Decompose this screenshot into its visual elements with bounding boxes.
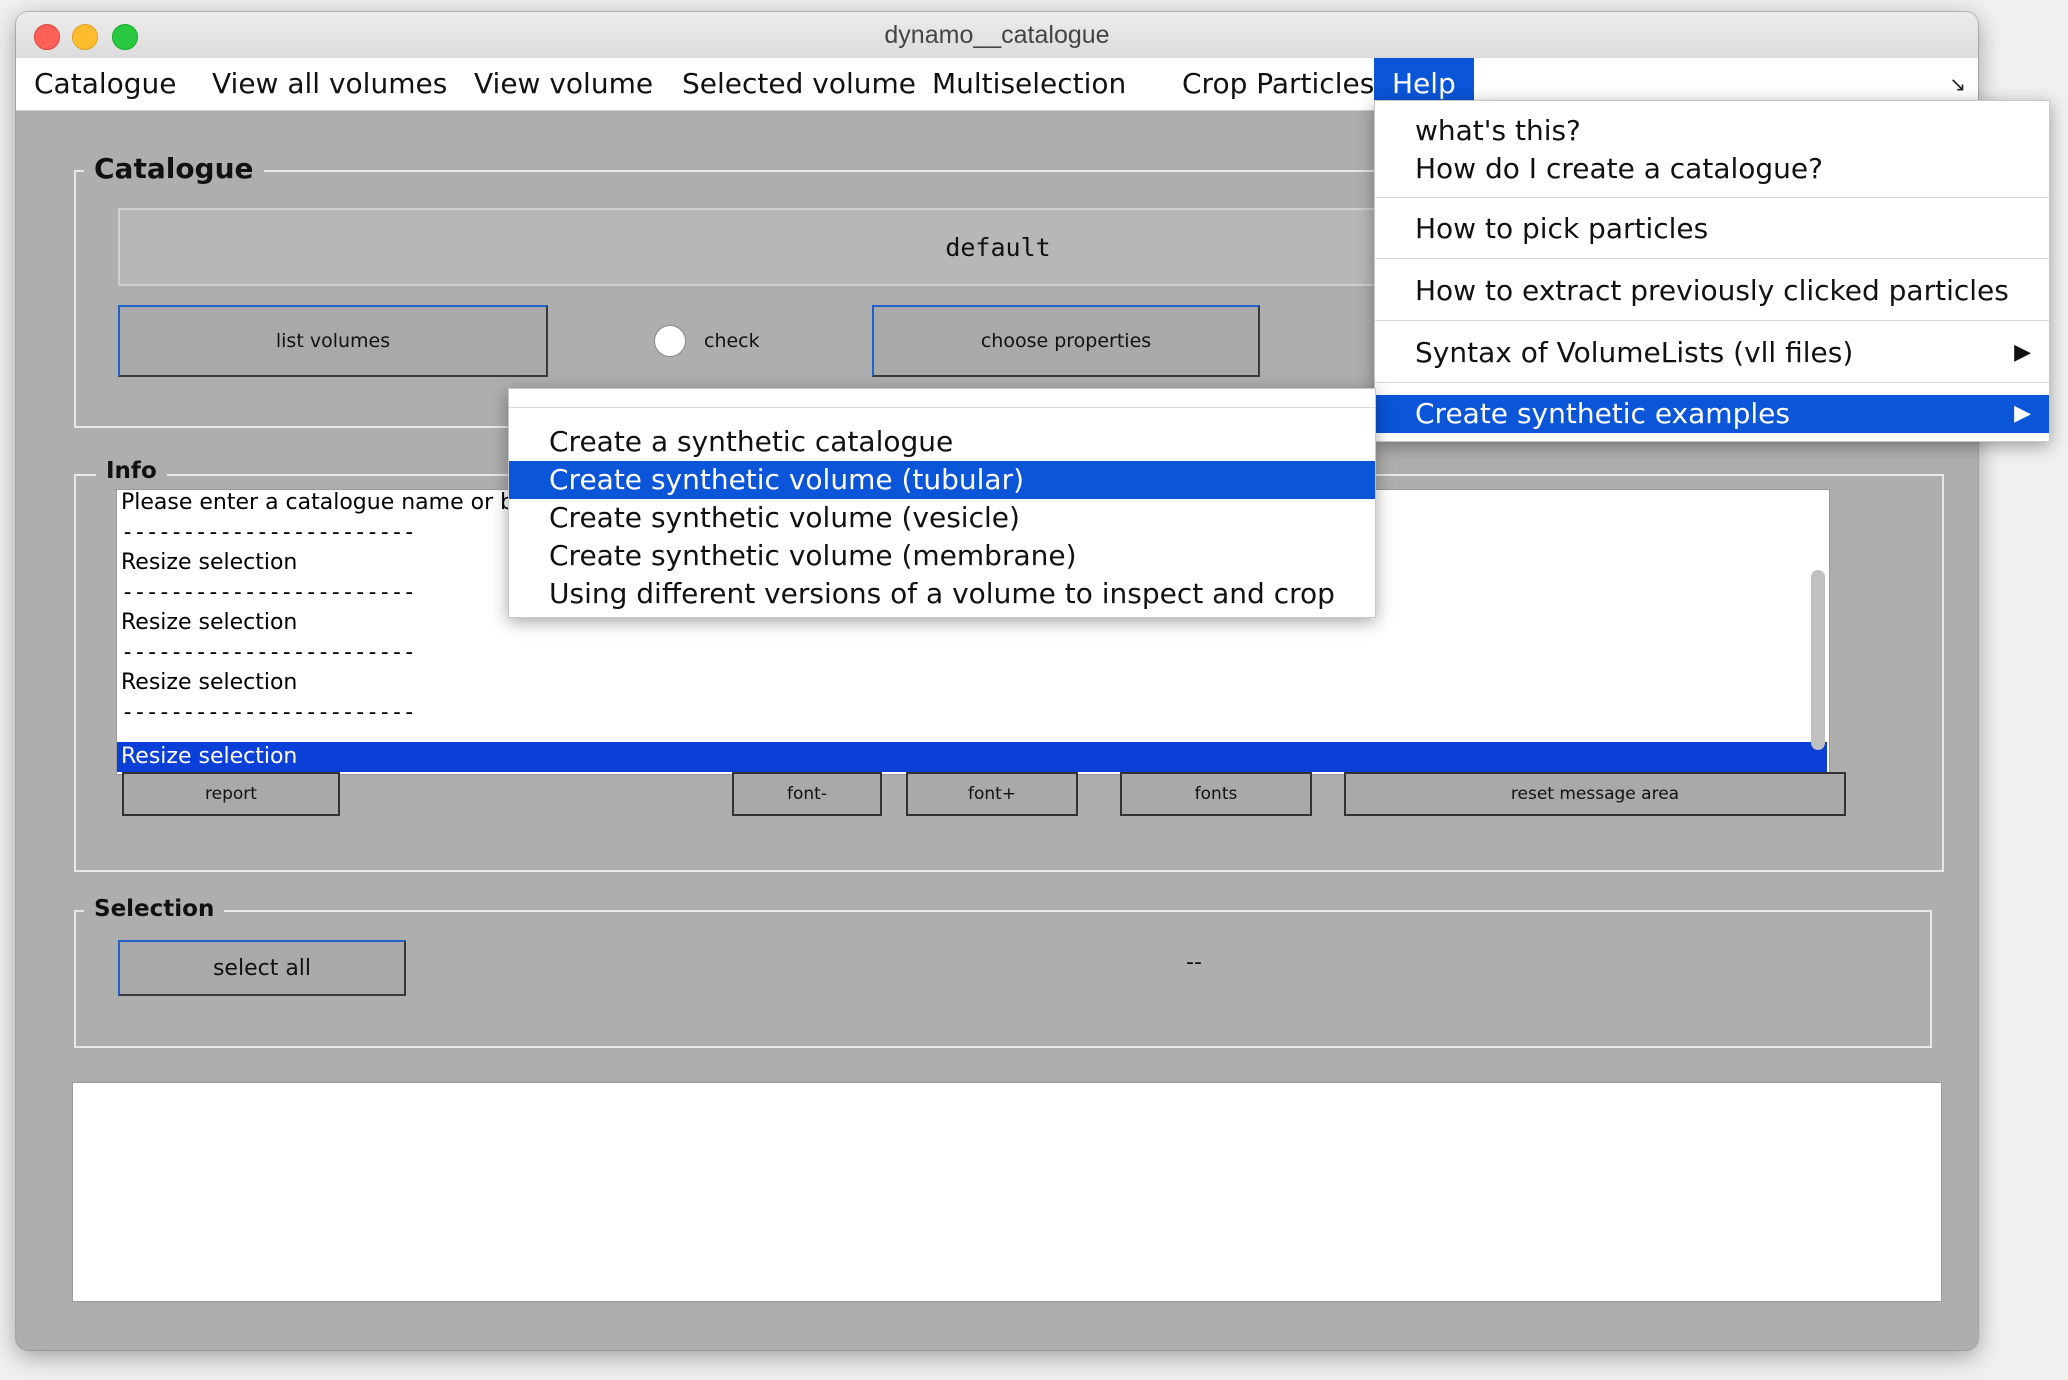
help-syntax-volumelists[interactable]: Syntax of VolumeLists (vll files) ▶ xyxy=(1375,331,2049,375)
bottom-output-area xyxy=(72,1082,1942,1302)
selection-status: -- xyxy=(1186,950,1202,975)
info-line: Resize selection xyxy=(121,550,298,575)
synthetic-volume-vesicle-item[interactable]: Create synthetic volume (vesicle) xyxy=(509,499,1375,537)
info-scrollbar[interactable] xyxy=(1811,570,1825,750)
menu-view-volume[interactable]: View volume xyxy=(456,58,671,110)
menu-separator xyxy=(1375,382,2049,383)
menu-multiselection[interactable]: Multiselection xyxy=(914,58,1144,110)
check-label: check xyxy=(704,330,760,352)
fonts-button[interactable]: fonts xyxy=(1120,772,1312,816)
window-title: dynamo__catalogue xyxy=(884,21,1110,49)
menu-separator xyxy=(509,407,1375,408)
help-extract-particles[interactable]: How to extract previously clicked partic… xyxy=(1375,269,2049,313)
info-line: Resize selection xyxy=(121,610,298,635)
info-panel-title: Info xyxy=(96,458,167,484)
choose-properties-button[interactable]: choose properties xyxy=(872,305,1260,377)
resize-corner-icon[interactable]: ↘ xyxy=(1949,72,1966,96)
help-create-synthetic-examples-label: Create synthetic examples xyxy=(1415,397,1790,430)
help-create-synthetic-examples[interactable]: Create synthetic examples ▶ xyxy=(1375,395,2049,433)
menu-separator xyxy=(1375,197,2049,198)
menu-selected-volume[interactable]: Selected volume xyxy=(664,58,934,110)
submenu-arrow-icon: ▶ xyxy=(2014,401,2031,426)
select-all-button[interactable]: select all xyxy=(118,940,406,996)
info-separator: ------------------------ xyxy=(121,580,416,605)
synthetic-examples-submenu: Create a synthetic catalogue Create synt… xyxy=(508,388,1376,618)
info-line: Please enter a catalogue name or b xyxy=(121,490,515,515)
synthetic-volume-tubular-item[interactable]: Create synthetic volume (tubular) xyxy=(509,461,1375,499)
menu-view-all-volumes[interactable]: View all volumes xyxy=(194,58,465,110)
report-button[interactable]: report xyxy=(122,772,340,816)
help-pick-particles[interactable]: How to pick particles xyxy=(1375,207,2049,251)
submenu-arrow-icon: ▶ xyxy=(2014,340,2031,365)
info-separator: ------------------------ xyxy=(121,700,416,725)
help-dropdown-menu: what's this? How do I create a catalogue… xyxy=(1374,100,2050,442)
menu-crop-particles[interactable]: Crop Particles xyxy=(1164,58,1392,110)
help-create-catalogue[interactable]: How do I create a catalogue? xyxy=(1375,149,2049,189)
info-line-selected[interactable]: Resize selection xyxy=(117,742,1827,772)
font-minus-button[interactable]: font- xyxy=(732,772,882,816)
catalogue-panel-title: Catalogue xyxy=(84,152,264,185)
check-radio[interactable] xyxy=(654,325,686,357)
synthetic-catalogue-item[interactable]: Create a synthetic catalogue xyxy=(509,423,1375,461)
font-plus-button[interactable]: font+ xyxy=(906,772,1078,816)
reset-message-area-button[interactable]: reset message area xyxy=(1344,772,1846,816)
selection-panel-title: Selection xyxy=(84,896,225,922)
help-syntax-volumelists-label: Syntax of VolumeLists (vll files) xyxy=(1415,336,1854,369)
info-separator: ------------------------ xyxy=(121,640,416,665)
info-separator: ------------------------ xyxy=(121,520,416,545)
help-whats-this[interactable]: what's this? xyxy=(1375,111,2049,151)
different-versions-item[interactable]: Using different versions of a volume to … xyxy=(509,575,1375,613)
title-bar: dynamo__catalogue xyxy=(16,12,1978,59)
synthetic-volume-membrane-item[interactable]: Create synthetic volume (membrane) xyxy=(509,537,1375,575)
list-volumes-button[interactable]: list volumes xyxy=(118,305,548,377)
info-line: Resize selection xyxy=(121,670,298,695)
menu-catalogue[interactable]: Catalogue xyxy=(16,58,195,110)
menu-separator xyxy=(1375,320,2049,321)
menu-separator xyxy=(1375,258,2049,259)
